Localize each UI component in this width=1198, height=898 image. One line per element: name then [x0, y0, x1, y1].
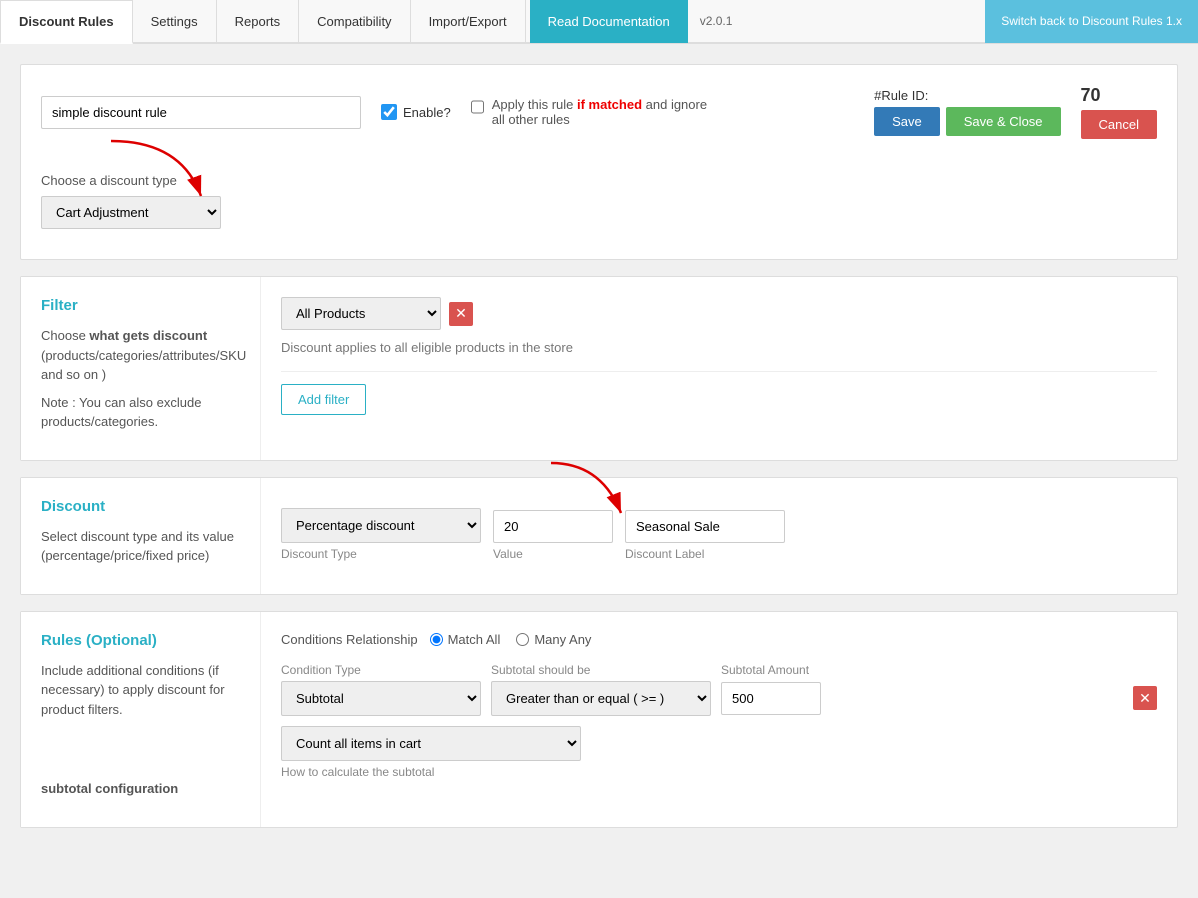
discount-type-field-label: Discount Type — [281, 547, 481, 561]
discount-type-group: Percentage discount Fixed discount Fixed… — [281, 508, 481, 561]
filter-title: Filter — [41, 297, 240, 314]
remove-filter-button[interactable]: ✕ — [449, 302, 473, 326]
filter-type-select[interactable]: All Products Specific Products Product C… — [281, 297, 441, 330]
enable-check-group: Enable? — [381, 104, 451, 120]
top-navigation: Discount Rules Settings Reports Compatib… — [0, 0, 1198, 44]
read-docs-button[interactable]: Read Documentation — [530, 0, 688, 43]
rules-title: Rules (Optional) — [41, 632, 240, 649]
match-all-radio-label: Match All — [430, 632, 501, 647]
rules-main: Conditions Relationship Match All Many A… — [261, 612, 1177, 827]
condition-row: Subtotal Cart Item Count Product Quantit… — [281, 681, 1157, 716]
discount-controls: Percentage discount Fixed discount Fixed… — [281, 508, 1157, 561]
rules-annotation: subtotal configuration — [41, 779, 240, 799]
rule-name-card: Enable? Apply this rule if matched and i… — [20, 64, 1178, 260]
match-all-radio[interactable] — [430, 633, 443, 646]
tab-reports[interactable]: Reports — [217, 0, 300, 43]
discount-label-field-label: Discount Label — [625, 547, 785, 561]
save-button[interactable]: Save — [874, 107, 940, 136]
condition-labels-row: Condition Type Subtotal should be Subtot… — [281, 663, 1157, 677]
rules-section: Rules (Optional) Include additional cond… — [20, 611, 1178, 828]
apply-rule-group: Apply this rule if matched and ignore al… — [471, 97, 721, 127]
apply-rule-label: Apply this rule if matched and ignore al… — [492, 97, 721, 127]
discount-type-select[interactable]: Cart Adjustment Product Discount Buy X G… — [41, 196, 221, 229]
save-close-button[interactable]: Save & Close — [946, 107, 1061, 136]
calc-row: Count all items in cart Count unique ite… — [281, 726, 1157, 779]
discount-value-input[interactable] — [493, 510, 613, 543]
condition-value-input[interactable] — [721, 682, 821, 715]
enable-checkbox[interactable] — [381, 104, 397, 120]
calc-subtotal-select[interactable]: Count all items in cart Count unique ite… — [281, 726, 581, 761]
rule-header: Enable? Apply this rule if matched and i… — [41, 85, 1157, 139]
discount-value-label: Value — [493, 547, 613, 561]
many-any-radio[interactable] — [516, 633, 529, 646]
rule-name-input[interactable] — [41, 96, 361, 129]
radio-group: Match All Many Any — [430, 632, 592, 647]
condition-type-select[interactable]: Subtotal Cart Item Count Product Quantit… — [281, 681, 481, 716]
calc-label: How to calculate the subtotal — [281, 765, 1157, 779]
filter-note: Note : You can also exclude products/cat… — [41, 393, 240, 432]
add-filter-button[interactable]: Add filter — [281, 384, 366, 415]
discount-type-section: Choose a discount type Cart Adjustment P… — [41, 163, 1157, 239]
tab-settings[interactable]: Settings — [133, 0, 217, 43]
remove-condition-button[interactable]: ✕ — [1133, 686, 1157, 710]
filter-sidebar: Filter Choose what gets discount (produc… — [21, 277, 261, 460]
condition-operator-select[interactable]: Greater than or equal ( >= ) Less than o… — [491, 681, 711, 716]
subtotal-amount-label: Subtotal Amount — [721, 663, 821, 677]
main-content: Enable? Apply this rule if matched and i… — [0, 44, 1198, 864]
discount-title: Discount — [41, 498, 240, 515]
tab-discount-rules[interactable]: Discount Rules — [0, 0, 133, 44]
discount-main: Percentage discount Fixed discount Fixed… — [261, 478, 1177, 594]
discount-section: Discount Select discount type and its va… — [20, 477, 1178, 595]
subtotal-should-be-label: Subtotal should be — [491, 663, 711, 677]
filter-main: All Products Specific Products Product C… — [261, 277, 1177, 460]
discount-value-group: Value — [493, 510, 613, 561]
discount-type-dropdown[interactable]: Percentage discount Fixed discount Fixed… — [281, 508, 481, 543]
discount-description: Select discount type and its value (perc… — [41, 527, 240, 566]
rule-id-label: #Rule ID: — [874, 88, 928, 103]
enable-label: Enable? — [403, 105, 451, 120]
rule-id-section: #Rule ID: Save Save & Close 70 Cancel — [874, 85, 1157, 139]
conditions-rel-label: Conditions Relationship — [281, 632, 418, 647]
filter-description-text: Discount applies to all eligible product… — [281, 340, 1157, 355]
version-label: v2.0.1 — [688, 14, 745, 28]
tab-import-export[interactable]: Import/Export — [411, 0, 526, 43]
conditions-relationship: Conditions Relationship Match All Many A… — [281, 632, 1157, 647]
filter-row: All Products Specific Products Product C… — [281, 297, 1157, 330]
discount-type-label: Choose a discount type — [41, 173, 1157, 188]
filter-divider — [281, 371, 1157, 372]
filter-section: Filter Choose what gets discount (produc… — [20, 276, 1178, 461]
cancel-button[interactable]: Cancel — [1081, 110, 1157, 139]
condition-type-col-label: Condition Type — [281, 663, 481, 677]
many-any-radio-label: Many Any — [516, 632, 591, 647]
apply-rule-checkbox[interactable] — [471, 99, 484, 115]
discount-label-input[interactable] — [625, 510, 785, 543]
tab-compatibility[interactable]: Compatibility — [299, 0, 410, 43]
discount-label-group: Discount Label — [625, 510, 785, 561]
rule-id-number: 70 — [1081, 85, 1157, 106]
filter-description: Choose what gets discount (products/cate… — [41, 326, 240, 385]
switch-back-button[interactable]: Switch back to Discount Rules 1.x — [985, 0, 1198, 43]
rules-sidebar: Rules (Optional) Include additional cond… — [21, 612, 261, 827]
rules-description: Include additional conditions (if necess… — [41, 661, 240, 720]
discount-sidebar: Discount Select discount type and its va… — [21, 478, 261, 594]
